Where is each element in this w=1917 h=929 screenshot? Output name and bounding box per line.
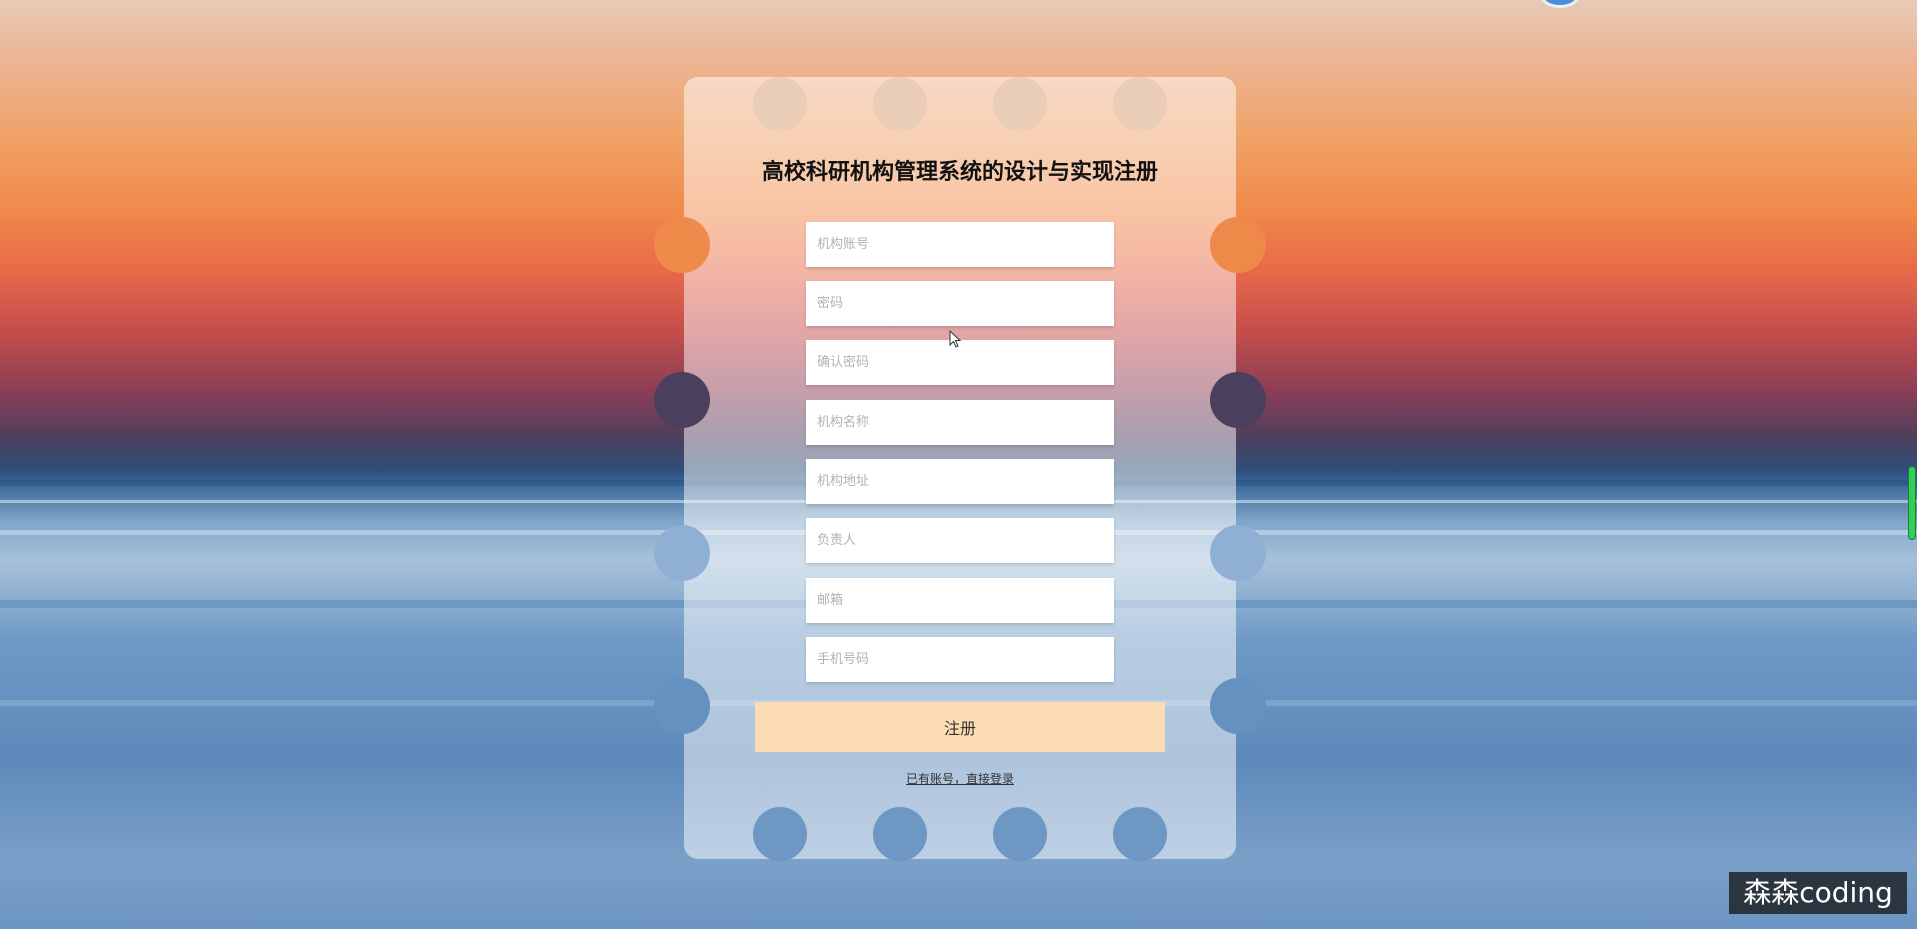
org-name-field[interactable] bbox=[806, 400, 1114, 445]
arrow-cursor-icon bbox=[949, 330, 962, 348]
password-field[interactable] bbox=[806, 281, 1114, 326]
login-link[interactable]: 已有账号，直接登录 bbox=[684, 770, 1236, 787]
watermark: 森森coding bbox=[1729, 872, 1907, 914]
page-title: 高校科研机构管理系统的设计与实现注册 bbox=[761, 160, 1158, 185]
account-field[interactable] bbox=[806, 222, 1114, 267]
phone-field[interactable] bbox=[806, 637, 1114, 682]
register-button[interactable]: 注册 bbox=[755, 702, 1165, 752]
email-field[interactable] bbox=[806, 578, 1114, 623]
org-address-field[interactable] bbox=[806, 459, 1114, 504]
contact-person-field[interactable] bbox=[806, 518, 1114, 563]
scroll-indicator[interactable] bbox=[1908, 466, 1916, 540]
